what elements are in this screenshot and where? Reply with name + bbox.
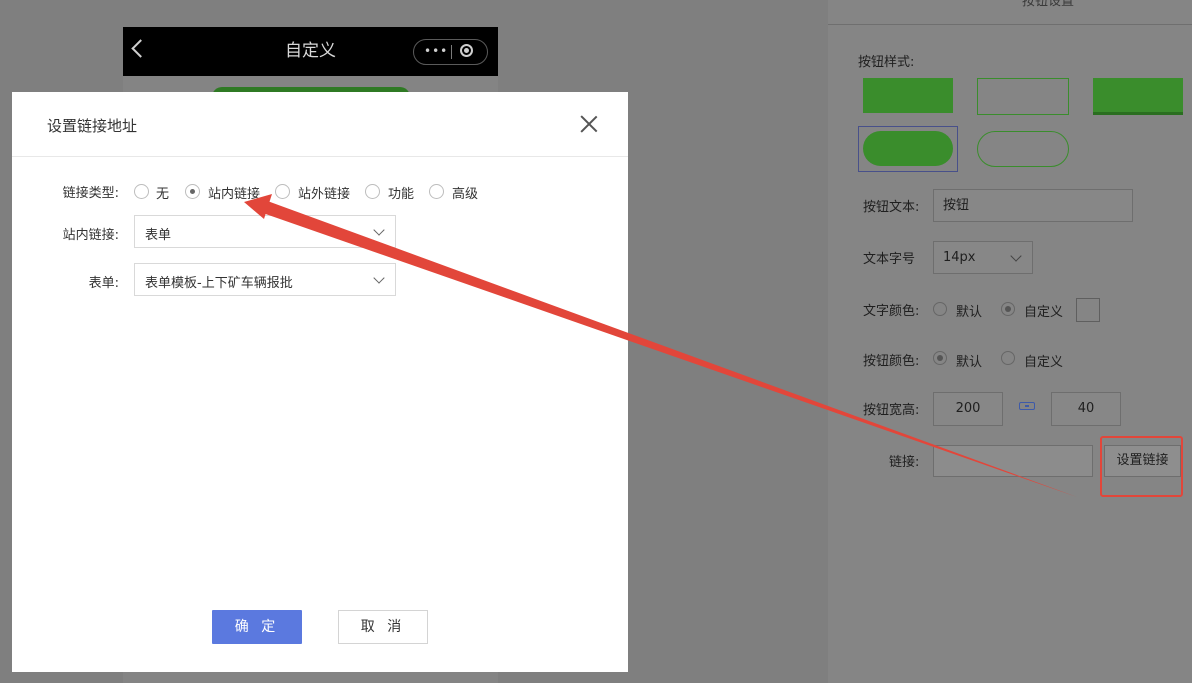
text-color-label: 文字颜色: bbox=[863, 304, 920, 319]
link-value-field[interactable] bbox=[933, 445, 1093, 477]
link-type-option-external: 站外链接 bbox=[298, 187, 351, 202]
link-type-option-internal: 站内链接 bbox=[208, 187, 261, 202]
style-option-rounded-solid[interactable] bbox=[863, 131, 953, 166]
capsule-divider bbox=[451, 45, 452, 59]
text-color-default-label: 默认 bbox=[956, 305, 983, 320]
font-size-value: 14px bbox=[943, 250, 976, 265]
internal-link-value: 表单 bbox=[145, 228, 172, 243]
text-color-custom-label: 自定义 bbox=[1024, 305, 1064, 320]
style-option-solid-shadow[interactable] bbox=[1093, 78, 1183, 115]
close-icon[interactable] bbox=[578, 113, 600, 135]
button-color-custom-label: 自定义 bbox=[1024, 355, 1064, 370]
link-type-label: 链接类型: bbox=[62, 186, 119, 201]
width-height-label: 按钮宽高: bbox=[863, 403, 920, 418]
link-type-radio-none[interactable] bbox=[134, 184, 149, 199]
annotation-highlight-box bbox=[1100, 436, 1183, 497]
link-ratio-icon[interactable] bbox=[1019, 402, 1035, 410]
internal-link-select[interactable] bbox=[134, 215, 396, 248]
link-settings-dialog bbox=[12, 92, 628, 672]
button-style-label: 按钮样式: bbox=[858, 55, 915, 70]
link-type-option-none: 无 bbox=[156, 187, 170, 202]
style-option-solid[interactable] bbox=[863, 78, 953, 113]
link-type-radio-advanced[interactable] bbox=[429, 184, 444, 199]
panel-title: 按钮设置 bbox=[1022, 0, 1075, 9]
text-color-default-radio[interactable] bbox=[933, 302, 947, 316]
more-dots-icon[interactable]: ••• bbox=[424, 43, 447, 59]
dialog-title: 设置链接地址 bbox=[47, 117, 138, 135]
link-type-radio-external[interactable] bbox=[275, 184, 290, 199]
link-type-radio-function[interactable] bbox=[365, 184, 380, 199]
button-color-label: 按钮颜色: bbox=[863, 354, 920, 369]
link-type-radio-internal[interactable] bbox=[185, 184, 200, 199]
form-value: 表单模板-上下矿车辆报批 bbox=[145, 276, 293, 291]
confirm-button[interactable]: 确 定 bbox=[212, 610, 302, 644]
panel-header-divider bbox=[828, 24, 1192, 25]
link-type-option-function: 功能 bbox=[388, 187, 415, 202]
form-label: 表单: bbox=[88, 276, 119, 291]
cancel-button[interactable]: 取 消 bbox=[338, 610, 428, 644]
style-option-rounded-outline[interactable] bbox=[977, 131, 1069, 167]
button-color-default-radio[interactable] bbox=[933, 351, 947, 365]
button-width-input[interactable]: 200 bbox=[933, 392, 1003, 426]
internal-link-label: 站内链接: bbox=[62, 228, 119, 243]
button-text-label: 按钮文本: bbox=[863, 200, 920, 215]
button-text-input[interactable]: 按钮 bbox=[933, 189, 1133, 222]
color-picker-swatch[interactable] bbox=[1076, 298, 1100, 322]
button-color-default-label: 默认 bbox=[956, 355, 983, 370]
link-label: 链接: bbox=[889, 455, 920, 470]
button-height-input[interactable]: 40 bbox=[1051, 392, 1121, 426]
font-size-label: 文本字号 bbox=[863, 252, 916, 267]
close-miniprogram-icon[interactable] bbox=[460, 44, 473, 57]
link-type-option-advanced: 高级 bbox=[452, 187, 479, 202]
text-color-custom-radio[interactable] bbox=[1001, 302, 1015, 316]
dialog-header-divider bbox=[12, 156, 628, 157]
style-option-outline[interactable] bbox=[977, 78, 1069, 115]
button-color-custom-radio[interactable] bbox=[1001, 351, 1015, 365]
